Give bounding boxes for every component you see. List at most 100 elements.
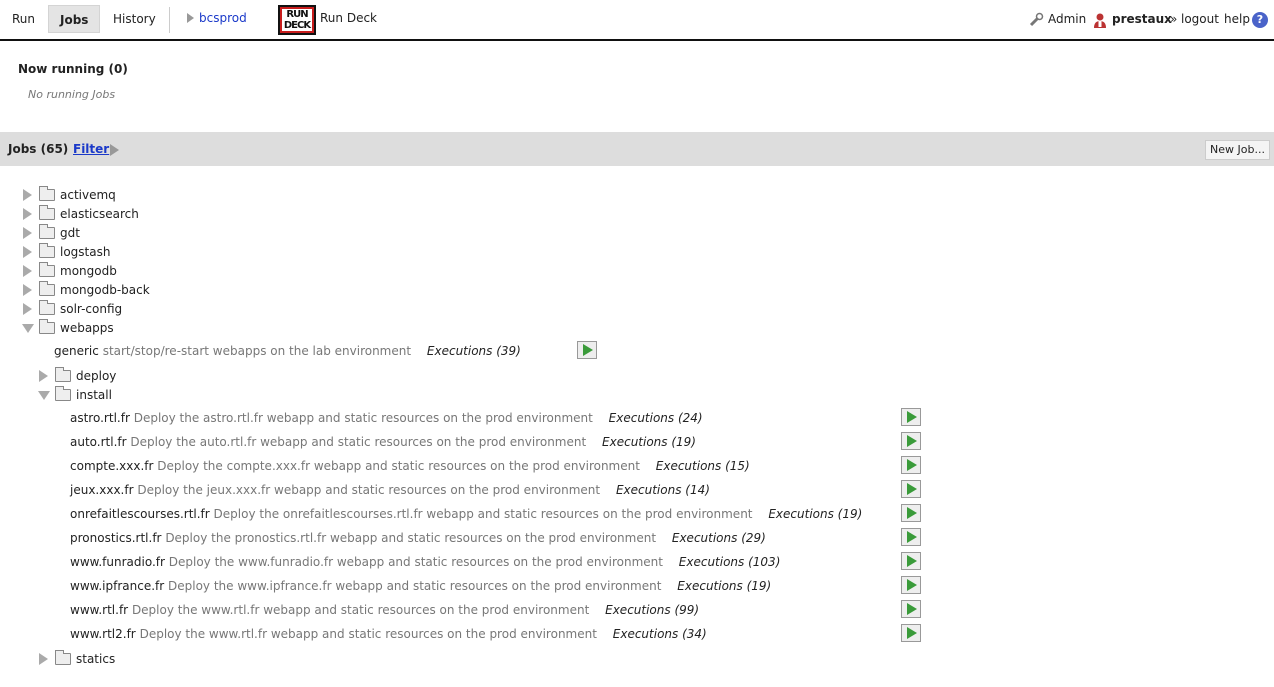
app-name[interactable]: Run Deck [320,11,377,25]
job-executions[interactable]: Executions (19) [602,435,696,449]
group-mongodb-back[interactable]: mongodb-back [60,283,150,297]
job-executions[interactable]: Executions (103) [679,555,781,569]
run-job-button[interactable] [901,576,921,594]
expand-logstash-icon[interactable] [23,246,32,258]
folder-icon [39,186,55,201]
user-link[interactable]: prestaux [1112,12,1172,26]
job-executions[interactable]: Executions (99) [605,603,699,617]
run-job-button[interactable] [901,552,921,570]
tab-run[interactable]: Run [1,5,46,33]
group-solr-config[interactable]: solr-config [60,302,122,316]
job-row: jeux.xxx.fr Deploy the jeux.xxx.fr webap… [70,481,710,499]
group-elasticsearch[interactable]: elasticsearch [60,207,139,221]
job-row: www.funradio.fr Deploy the www.funradio.… [70,553,780,571]
job-row: www.ipfrance.fr Deploy the www.ipfrance.… [70,577,771,595]
group-statics[interactable]: statics [76,652,115,666]
run-job-button[interactable] [901,600,921,618]
group-deploy[interactable]: deploy [76,369,116,383]
run-job-button[interactable] [901,528,921,546]
project-link[interactable]: bcsprod [199,11,247,25]
filter-expand-icon[interactable] [110,144,119,156]
tab-history[interactable]: History [102,5,167,33]
expand-gdt-icon[interactable] [23,227,32,239]
run-job-button[interactable] [901,504,921,522]
job-name[interactable]: www.rtl2.fr [70,627,136,641]
run-job-button[interactable] [901,408,921,426]
folder-icon [39,281,55,296]
job-name[interactable]: www.ipfrance.fr [70,579,164,593]
job-row-generic: generic start/stop/re-start webapps on t… [54,342,521,360]
job-executions[interactable]: Executions (14) [616,483,710,497]
job-description: Deploy the onrefaitlescourses.rtl.fr web… [213,507,753,521]
job-row: pronostics.rtl.fr Deploy the pronostics.… [70,529,766,547]
folder-icon [39,205,55,220]
job-name[interactable]: onrefaitlescourses.rtl.fr [70,507,210,521]
expand-mongodb-icon[interactable] [23,265,32,277]
job-row: www.rtl.fr Deploy the www.rtl.fr webapp … [70,601,699,619]
run-job-button[interactable] [901,432,921,450]
expand-deploy-icon[interactable] [39,370,48,382]
job-name[interactable]: astro.rtl.fr [70,411,130,425]
expand-statics-icon[interactable] [39,653,48,665]
job-executions[interactable]: Executions (19) [677,579,771,593]
collapse-webapps-icon[interactable] [22,324,34,333]
logout-link[interactable]: logout [1181,12,1219,26]
filter-link[interactable]: Filter [73,142,109,156]
run-job-button[interactable] [901,624,921,642]
job-description: Deploy the www.rtl.fr webapp and static … [131,603,590,617]
job-executions[interactable]: Executions (19) [768,507,862,521]
job-executions[interactable]: Executions (29) [672,531,766,545]
group-logstash[interactable]: logstash [60,245,110,259]
jobs-header-bar: Jobs (65) Filter New Job... [0,132,1274,166]
job-description: Deploy the auto.rtl.fr webapp and static… [130,435,587,449]
group-activemq[interactable]: activemq [60,188,116,202]
run-job-button[interactable] [901,456,921,474]
run-job-button[interactable] [577,341,597,359]
expand-elasticsearch-icon[interactable] [23,208,32,220]
job-name[interactable]: www.funradio.fr [70,555,165,569]
group-webapps[interactable]: webapps [60,321,114,335]
job-executions[interactable]: Executions (24) [609,411,703,425]
logo-text: RUN DECK [282,9,312,31]
rundeck-logo[interactable]: RUN DECK [278,5,316,35]
job-name[interactable]: generic [54,344,99,358]
job-executions[interactable]: Executions (39) [427,344,521,358]
tab-jobs[interactable]: Jobs [48,5,101,33]
wrench-icon [1029,12,1044,27]
nav-divider [169,7,170,33]
job-row: astro.rtl.fr Deploy the astro.rtl.fr web… [70,409,703,427]
folder-icon [39,262,55,277]
job-name[interactable]: pronostics.rtl.fr [70,531,161,545]
new-job-button[interactable]: New Job... [1205,140,1270,160]
collapse-install-icon[interactable] [38,391,50,400]
expand-solr-config-icon[interactable] [23,303,32,315]
group-gdt[interactable]: gdt [60,226,80,240]
expand-mongodb-back-icon[interactable] [23,284,32,296]
job-description: Deploy the jeux.xxx.fr webapp and static… [137,483,601,497]
help-link[interactable]: help [1224,12,1250,26]
job-row: compte.xxx.fr Deploy the compte.xxx.fr w… [70,457,750,475]
no-running-jobs-text: No running Jobs [28,88,116,101]
help-icon[interactable]: ? [1252,12,1268,28]
folder-open-icon [55,386,71,401]
project-arrow-icon [187,13,194,23]
job-name[interactable]: auto.rtl.fr [70,435,127,449]
now-running-title: Now running (0) [18,62,128,76]
job-row: auto.rtl.fr Deploy the auto.rtl.fr webap… [70,433,696,451]
job-executions[interactable]: Executions (15) [656,459,750,473]
job-executions[interactable]: Executions (34) [613,627,707,641]
job-name[interactable]: compte.xxx.fr [70,459,153,473]
job-name[interactable]: jeux.xxx.fr [70,483,134,497]
user-icon [1094,13,1106,28]
top-navigation-bar: Run Jobs History bcsprod RUN DECK Run De… [0,0,1274,41]
job-name[interactable]: www.rtl.fr [70,603,128,617]
jobs-count-title: Jobs (65) [8,142,69,156]
expand-activemq-icon[interactable] [23,189,32,201]
job-description: Deploy the compte.xxx.fr webapp and stat… [157,459,640,473]
run-job-button[interactable] [901,480,921,498]
job-row: onrefaitlescourses.rtl.fr Deploy the onr… [70,505,862,523]
group-install[interactable]: install [76,388,112,402]
folder-icon [55,367,71,382]
admin-link[interactable]: Admin [1048,12,1086,26]
group-mongodb[interactable]: mongodb [60,264,117,278]
